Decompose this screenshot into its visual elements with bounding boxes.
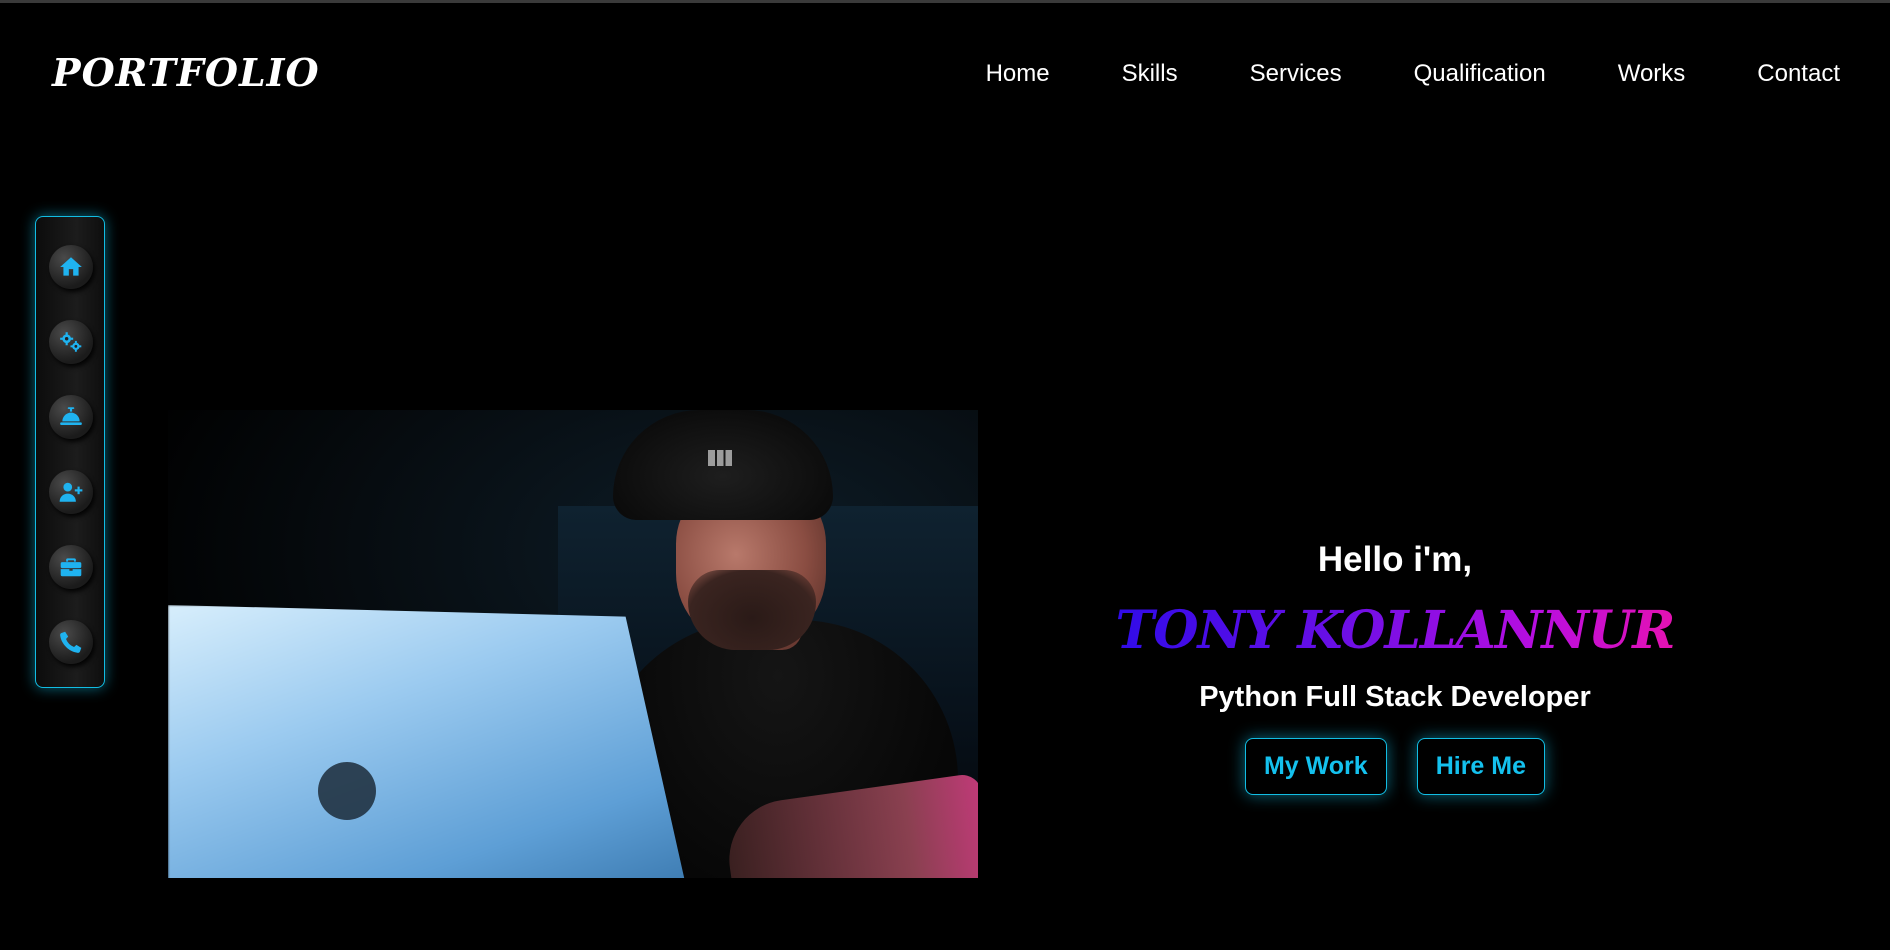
nav-skills[interactable]: Skills: [1122, 60, 1178, 88]
hero-intro: Hello i'm, TONY KOLLANNUR Python Full St…: [1110, 540, 1680, 795]
photo-beard: [688, 570, 816, 650]
main-nav: Home Skills Services Qualification Works…: [986, 60, 1840, 88]
nav-works[interactable]: Works: [1618, 60, 1686, 88]
gears-icon: [60, 332, 82, 352]
briefcase-icon: [60, 558, 82, 577]
side-services-button[interactable]: [49, 395, 93, 439]
laptop-logo-icon: [318, 762, 376, 820]
top-border: [0, 0, 1890, 3]
side-works-button[interactable]: [49, 545, 93, 589]
hire-me-button[interactable]: Hire Me: [1416, 738, 1546, 795]
service-bell-icon: [60, 407, 82, 426]
nav-services[interactable]: Services: [1250, 60, 1342, 88]
side-home-button[interactable]: [49, 245, 93, 289]
hero-buttons: My Work Hire Me: [1110, 738, 1680, 795]
my-work-button[interactable]: My Work: [1244, 738, 1387, 795]
hero-name: TONY KOLLANNUR: [1110, 600, 1680, 661]
cap-logo-icon: [708, 450, 732, 466]
side-contact-button[interactable]: [49, 620, 93, 664]
side-skills-button[interactable]: [49, 320, 93, 364]
nav-qualification[interactable]: Qualification: [1414, 60, 1546, 88]
site-logo[interactable]: PORTFOLIO: [52, 50, 320, 95]
phone-icon: [60, 631, 82, 653]
nav-home[interactable]: Home: [986, 60, 1050, 88]
user-plus-icon: [59, 482, 83, 502]
side-nav: [35, 216, 105, 688]
greeting-text: Hello i'm,: [1317, 540, 1473, 579]
nav-contact[interactable]: Contact: [1757, 60, 1840, 88]
side-qualification-button[interactable]: [49, 470, 93, 514]
hero-photo: [168, 410, 978, 878]
home-icon: [60, 257, 82, 276]
hero-role: Python Full Stack Developer: [1199, 681, 1591, 713]
photo-laptop: [168, 605, 688, 878]
